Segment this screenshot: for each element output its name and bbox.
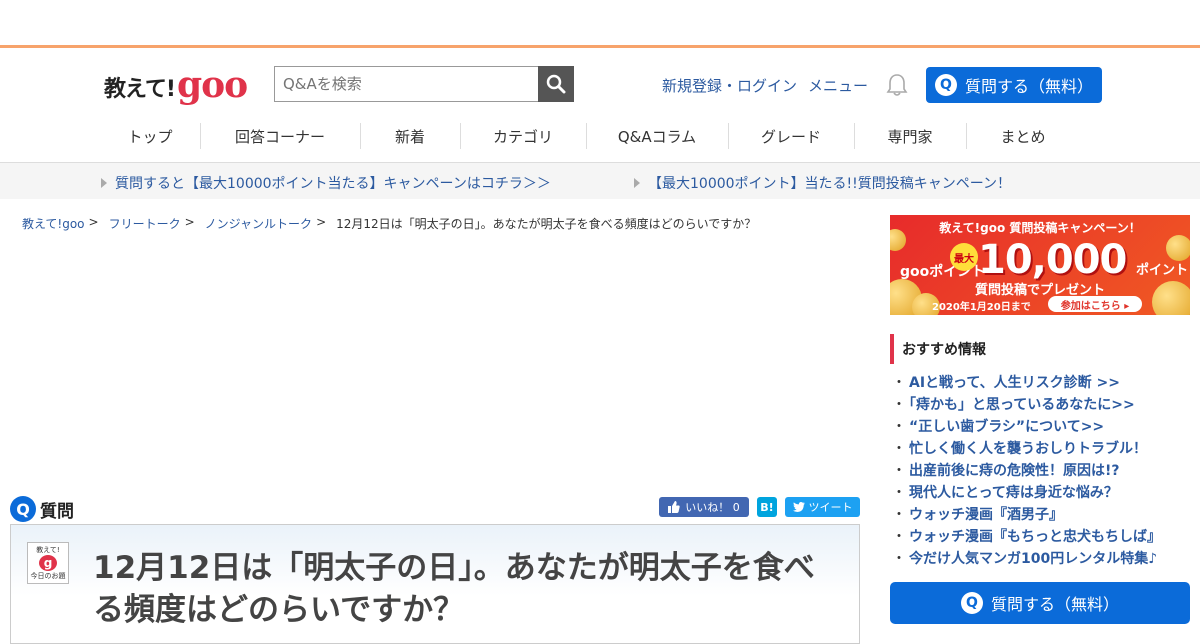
recommend-link[interactable]: 「痔かも」と思っているあなたに>> (909, 397, 1135, 413)
banner-max-badge: 最大 (950, 243, 978, 271)
recommend-link[interactable]: AIと戦って、人生リスク診断 >> (909, 375, 1120, 391)
list-item[interactable]: ・ウォッチ漫画『もちっと忠犬もちしば』 (892, 526, 1161, 548)
breadcrumb-separator: > (184, 215, 195, 229)
breadcrumb-non-genre[interactable]: ノンジャンルトーク (205, 215, 312, 232)
bullet: ・ (892, 485, 906, 501)
avatar[interactable]: 教えて! g 今日のお題 (27, 542, 69, 584)
ask-question-button[interactable]: Q 質問する（無料） (926, 67, 1102, 103)
recommend-link[interactable]: 現代人にとって痔は身近な悩み？ (909, 485, 1118, 501)
question-section-label: 質問 (40, 501, 74, 522)
recommend-title: おすすめ情報 (890, 334, 986, 364)
question-q-icon: Q (960, 592, 983, 614)
breadcrumb-separator: > (88, 215, 99, 229)
like-label: いいね！ 0 (685, 501, 740, 514)
banner-top-text: 教えて!goo 質問投稿キャンペーン！ (939, 221, 1141, 235)
question-q-icon: Q (934, 74, 957, 96)
bullet: ・ (892, 463, 906, 479)
list-item[interactable]: ・ AIと戦って、人生リスク診断 >> (892, 372, 1161, 394)
twitter-bird-icon (792, 502, 805, 512)
list-item[interactable]: ・出産前後に痔の危険性！原因は!? (892, 460, 1161, 482)
recommend-link[interactable]: 今だけ人気マンガ100円レンタル特集♪ (909, 551, 1157, 567)
tweet-label: ツイート (808, 501, 853, 514)
menu-link[interactable]: メニュー (808, 75, 868, 96)
triangle-right-icon (101, 178, 107, 188)
hatena-icon: B! (760, 500, 774, 514)
nav-qa-column[interactable]: Q&Aコラム (586, 119, 728, 153)
breadcrumb-current: 12月12日は「明太子の日」。あなたが明太子を食べる頻度はどのらいですか？ (336, 217, 757, 231)
campaign-link-2[interactable]: 【最大10000ポイント】当たる!!質問投稿キャンペーン！ (634, 173, 1011, 193)
site-header: 教えて! goo 新規登録・ログイン メニュー Q 質問する（無料） トップ 回… (0, 51, 1200, 163)
recommend-link[interactable]: “正しい歯ブラシ”について>> (909, 419, 1104, 435)
bullet: ・ (892, 419, 906, 435)
logo-goo: goo (176, 64, 248, 106)
recommend-link[interactable]: ウォッチ漫画『もちっと忠犬もちしば』 (909, 529, 1161, 545)
avatar-bottom-text: 今日のお題 (30, 572, 66, 580)
breadcrumb: 教えて!goo > フリートーク > ノンジャンルトーク > 12月12日は「明… (22, 215, 756, 232)
nav-top[interactable]: トップ (100, 119, 200, 153)
triangle-right-icon (634, 178, 640, 188)
recommend-link[interactable]: ウォッチ漫画『酒男子』 (909, 507, 1063, 523)
bullet: ・ (892, 551, 906, 567)
list-item[interactable]: ・「痔かも」と思っているあなたに>> (892, 394, 1161, 416)
banner-join-button[interactable]: 参加はこちら ▸ (1048, 296, 1142, 312)
campaign-banner[interactable]: 教えて!goo 質問投稿キャンペーン！ gooポイント 最大 10,000 ポイ… (890, 215, 1190, 315)
bullet: ・ (892, 375, 906, 391)
tweet-button[interactable]: ツイート (785, 497, 860, 517)
question-q-icon: Q (10, 496, 36, 522)
sidebar-ask-label: 質問する（無料） (990, 595, 1119, 614)
nav-answer-corner[interactable]: 回答コーナー (200, 119, 360, 153)
bullet: ・ (892, 441, 906, 457)
main-nav: トップ 回答コーナー 新着 カテゴリ Q&Aコラム グレード 専門家 まとめ (100, 119, 1100, 153)
breadcrumb-home[interactable]: 教えて!goo (22, 215, 85, 232)
nav-grade[interactable]: グレード (728, 119, 854, 153)
nav-new[interactable]: 新着 (360, 119, 460, 153)
facebook-like-button[interactable]: いいね！ 0 (659, 497, 749, 517)
breadcrumb-free-talk[interactable]: フリートーク (109, 215, 181, 232)
search-icon (546, 74, 566, 94)
recommend-link[interactable]: 出産前後に痔の危険性！原因は!? (909, 463, 1120, 479)
thumbs-up-icon (668, 501, 680, 513)
bullet: ・ (892, 397, 906, 413)
logo-text: 教えて! (104, 77, 176, 102)
goo-g-icon: g (39, 555, 57, 571)
notification-bell-icon[interactable] (886, 73, 908, 97)
recommend-list: ・ AIと戦って、人生リスク診断 >> ・「痔かも」と思っているあなたに>> ・ “… (892, 372, 1161, 570)
list-item[interactable]: ・今だけ人気マンガ100円レンタル特集♪ (892, 548, 1161, 570)
ask-question-label: 質問する（無料） (964, 77, 1093, 96)
sidebar-ask-button[interactable]: Q 質問する（無料） (890, 582, 1190, 624)
campaign-link-1[interactable]: 質問すると【最大10000ポイント当たる】キャンペーンはコチラ＞＞ (101, 173, 551, 193)
search-form (274, 66, 574, 102)
top-ad-bar (0, 0, 1200, 48)
list-item[interactable]: ・忙しく働く人を襲うおしりトラブル！ (892, 438, 1161, 460)
avatar-top-text: 教えて! (36, 546, 60, 554)
search-button[interactable] (538, 66, 574, 102)
breadcrumb-separator: > (316, 215, 327, 229)
question-box: 教えて! g 今日のお題 12月12日は「明太子の日」。あなたが明太子を食べる頻… (10, 524, 860, 644)
register-login-link[interactable]: 新規登録・ログイン (662, 75, 797, 96)
list-item[interactable]: ・ “正しい歯ブラシ”について>> (892, 416, 1161, 438)
page-title: 12月12日は「明太子の日」。あなたが明太子を食べる頻度はどのらいですか？ (93, 550, 815, 628)
coin-icon (1166, 235, 1190, 261)
list-item[interactable]: ・現代人にとって痔は身近な悩み？ (892, 482, 1161, 504)
site-logo[interactable]: 教えて! goo (104, 63, 248, 106)
campaign-link-2-label: 【最大10000ポイント】当たる!!質問投稿キャンペーン！ (648, 176, 1012, 192)
banner-amount: 10,000 (978, 237, 1127, 283)
bullet: ・ (892, 507, 906, 523)
bullet: ・ (892, 529, 906, 545)
campaign-link-1-label: 質問すると【最大10000ポイント当たる】キャンペーンはコチラ＞＞ (115, 176, 551, 192)
question-heading: Q 質問 (10, 496, 74, 522)
campaign-bar: 質問すると【最大10000ポイント当たる】キャンペーンはコチラ＞＞ 【最大100… (0, 163, 1200, 199)
banner-deadline: 2020年1月20日まで (932, 302, 1031, 313)
nav-matome[interactable]: まとめ (966, 119, 1080, 153)
nav-category[interactable]: カテゴリ (460, 119, 586, 153)
banner-point-unit: ポイント (1136, 263, 1189, 278)
nav-expert[interactable]: 専門家 (854, 119, 966, 153)
recommend-link[interactable]: 忙しく働く人を襲うおしりトラブル！ (909, 441, 1147, 457)
search-input[interactable] (274, 66, 538, 102)
hatena-bookmark-button[interactable]: B! (757, 497, 777, 517)
list-item[interactable]: ・ウォッチ漫画『酒男子』 (892, 504, 1161, 526)
banner-subtitle: 質問投稿でプレゼント (974, 283, 1105, 298)
